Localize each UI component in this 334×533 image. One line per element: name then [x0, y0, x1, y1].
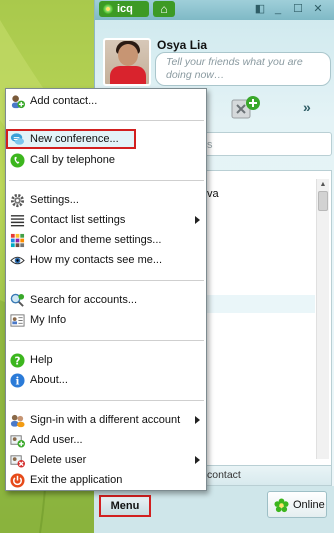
menu-separator	[9, 340, 204, 341]
svg-text:i: i	[16, 376, 20, 388]
add-contact-icon	[11, 95, 25, 109]
menu-item-help[interactable]: ? Help	[6, 350, 206, 370]
conference-icon	[10, 133, 25, 145]
add-contact-toolbar-icon[interactable]	[231, 96, 261, 120]
minimize-icon[interactable]: _	[271, 3, 285, 16]
sign-in-icon	[10, 414, 25, 428]
scroll-thumb[interactable]	[318, 191, 328, 211]
scroll-up-icon[interactable]: ▲	[317, 179, 329, 191]
menu-item-color-theme-settings[interactable]: Color and theme settings...	[6, 230, 206, 250]
submenu-arrow-icon	[195, 456, 200, 464]
menu-separator	[9, 400, 204, 401]
menu-item-add-user[interactable]: Add user...	[6, 430, 206, 450]
contact-name[interactable]: va	[207, 188, 219, 200]
menu-item-search-accounts[interactable]: Search for accounts...	[6, 290, 206, 310]
icq-logo-tab[interactable]: icq	[99, 1, 149, 17]
menu-item-settings[interactable]: Settings...	[6, 190, 206, 210]
phone-icon	[10, 153, 25, 168]
menu-separator	[9, 180, 204, 181]
list-icon	[10, 215, 25, 227]
selected-contact-row[interactable]	[207, 295, 315, 313]
maximize-icon[interactable]: ☐	[291, 3, 305, 16]
info-card-icon	[10, 314, 25, 327]
menu-separator	[9, 280, 204, 281]
search-icon	[10, 293, 25, 307]
svg-text:?: ?	[15, 355, 21, 367]
menu-item-contact-list-settings[interactable]: Contact list settings	[6, 210, 206, 230]
avatar[interactable]	[103, 38, 151, 86]
titlebar: icq ⌂ ◧ _ ☐ ✕	[95, 0, 334, 20]
menu-item-call-by-telephone[interactable]: Call by telephone	[6, 150, 206, 170]
status-message-input[interactable]: Tell your friends what you are doing now…	[155, 52, 331, 86]
home-icon[interactable]: ⌂	[153, 1, 175, 17]
power-icon	[10, 473, 25, 488]
more-chevron-icon[interactable]: »	[303, 99, 311, 115]
close-icon[interactable]: ✕	[311, 3, 325, 16]
menu-item-about[interactable]: i About...	[6, 370, 206, 390]
submenu-arrow-icon	[195, 216, 200, 224]
menu-item-how-contacts-see-me[interactable]: How my contacts see me...	[6, 250, 206, 270]
submenu-arrow-icon	[195, 416, 200, 424]
dock-icon[interactable]: ◧	[253, 3, 267, 16]
icq-flower-icon	[103, 4, 113, 14]
eye-icon	[10, 256, 25, 265]
scrollbar[interactable]: ▲	[316, 179, 329, 459]
info-icon: i	[10, 373, 25, 388]
palette-icon	[10, 233, 25, 248]
user-name[interactable]: Osya Lia	[157, 38, 207, 52]
help-icon: ?	[10, 353, 25, 368]
add-user-icon	[10, 435, 25, 448]
brand-label: icq	[117, 3, 133, 15]
menu-button[interactable]: Menu	[99, 495, 151, 517]
online-flower-icon	[274, 498, 289, 513]
delete-user-icon	[10, 455, 25, 468]
gear-icon	[10, 193, 25, 208]
menu-separator	[9, 120, 204, 121]
status-online-button[interactable]: Online	[267, 491, 327, 518]
menu-item-sign-in-different-account[interactable]: Sign-in with a different account	[6, 410, 206, 430]
menu-item-exit-application[interactable]: Exit the application	[6, 470, 206, 490]
bottom-bar: Menu Online	[94, 486, 334, 533]
menu-item-new-conference[interactable]: New conference...	[6, 129, 136, 149]
main-menu-popup: Add contact... New conference... Call by…	[5, 88, 207, 491]
menu-item-delete-user[interactable]: Delete user	[6, 450, 206, 470]
menu-item-add-contact[interactable]: Add contact...	[6, 91, 206, 111]
menu-item-my-info[interactable]: My Info	[6, 310, 206, 330]
